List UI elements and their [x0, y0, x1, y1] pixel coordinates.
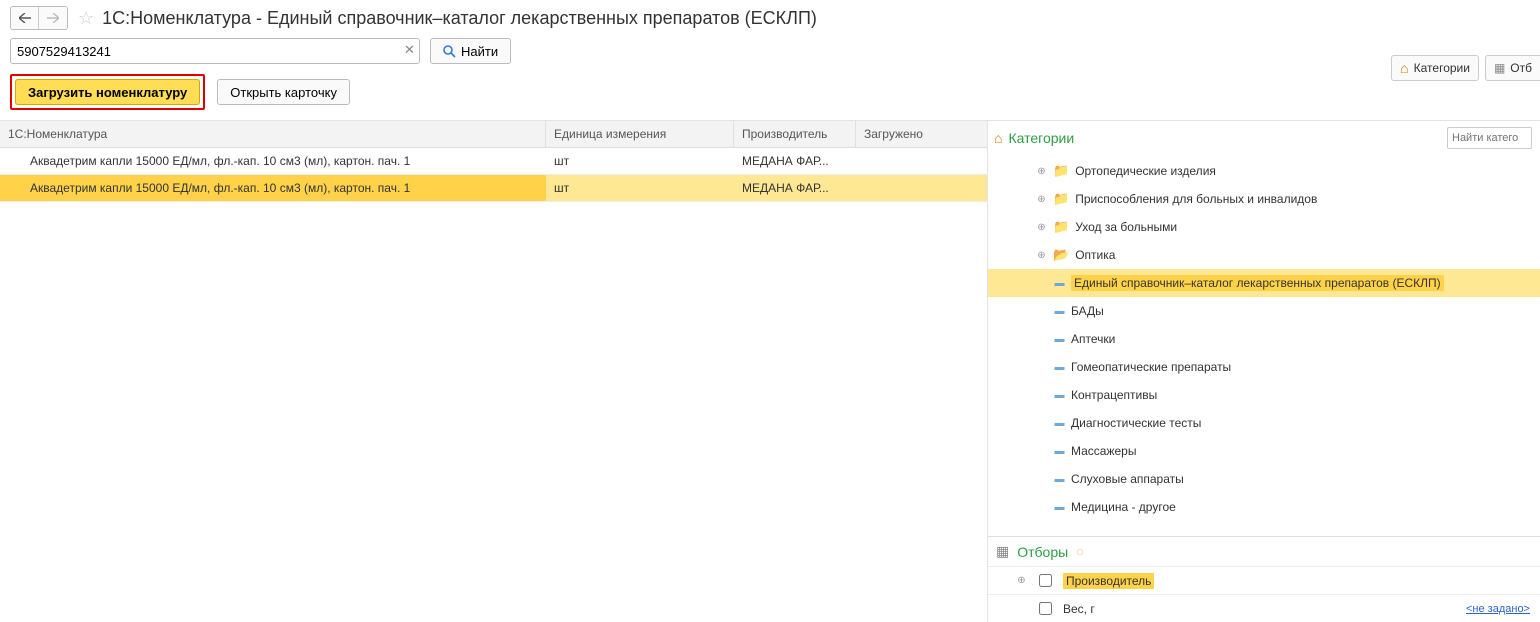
table-body: Аквадетрим капли 15000 ЕД/мл, фл.-кап. 1… [0, 148, 987, 202]
nav-back-button[interactable] [11, 7, 39, 29]
tree-item[interactable]: ▬ Слуховые аппараты [988, 465, 1540, 493]
filters-chip[interactable]: ▦ Отб [1485, 55, 1540, 81]
col-header-name[interactable]: 1С:Номенклатура [0, 121, 546, 147]
cell-loaded [856, 175, 987, 201]
load-nomenclature-button[interactable]: Загрузить номенклатуру [15, 79, 200, 105]
leaf-icon: ▬ [1054, 390, 1065, 401]
highlight-marker: Загрузить номенклатуру [10, 74, 205, 110]
folder-icon: 📁 [1053, 163, 1069, 179]
filter-list-icon: ▦ [996, 543, 1009, 560]
tree-item-label: Аптечки [1071, 332, 1115, 346]
expand-icon[interactable]: ⊕ [1036, 166, 1047, 177]
nav-arrows [10, 6, 68, 30]
folder-icon: 📁 [1053, 219, 1069, 235]
table-row[interactable]: Аквадетрим капли 15000 ЕД/мл, фл.-кап. 1… [0, 175, 987, 202]
folder-open-icon: 📂 [1053, 247, 1069, 263]
open-card-button[interactable]: Открыть карточку [217, 79, 350, 105]
not-set-link[interactable]: <не задано> [1466, 603, 1530, 615]
expand-icon[interactable]: ⊕ [1016, 575, 1027, 586]
cell-loaded [856, 148, 987, 174]
filter-icon: ▦ [1494, 61, 1505, 75]
folder-icon: 📁 [1053, 191, 1069, 207]
find-button-label: Найти [461, 44, 498, 59]
search-clear-button[interactable]: ✕ [398, 41, 416, 59]
leaf-icon: ▬ [1054, 362, 1065, 373]
tree-item-label: Приспособления для больных и инвалидов [1075, 192, 1317, 206]
arrow-left-icon [19, 13, 31, 23]
cell-unit: шт [546, 175, 734, 201]
tree-item-label: Уход за больными [1075, 220, 1177, 234]
expand-icon[interactable]: ⊕ [1036, 250, 1047, 261]
page-title: 1С:Номенклатура - Единый справочник–ката… [102, 8, 817, 29]
favorite-star-icon[interactable]: ☆ [78, 8, 94, 29]
arrow-right-icon [47, 13, 59, 23]
filter-label: Вес, г [1063, 602, 1095, 616]
tree-item-label: Массажеры [1071, 444, 1136, 458]
leaf-icon: ▬ [1054, 502, 1065, 513]
categories-tree: ⊕ 📁 Ортопедические изделия ⊕ 📁 Приспособления… [988, 155, 1540, 536]
col-header-loaded[interactable]: Загружено [856, 121, 987, 147]
search-icon [443, 45, 456, 58]
leaf-icon: ▬ [1054, 278, 1065, 289]
cell-mfr: МЕДАНА ФАР... [734, 175, 856, 201]
nav-forward-button[interactable] [39, 7, 67, 29]
tree-item-label: Медицина - другое [1071, 500, 1176, 514]
search-box: ✕ [10, 38, 420, 64]
tree-item-label: Гомеопатические препараты [1071, 360, 1231, 374]
tree-item-label: Слуховые аппараты [1071, 472, 1184, 486]
tree-item-label: Диагностические тесты [1071, 416, 1201, 430]
close-icon: ✕ [404, 42, 415, 57]
cell-mfr: МЕДАНА ФАР... [734, 148, 856, 174]
tree-item[interactable]: ▬ БАДы [988, 297, 1540, 325]
filter-label: Производитель [1063, 573, 1154, 589]
tree-item[interactable]: ▬ Единый справочник–каталог лекарственных… [988, 269, 1540, 297]
loading-spinner-icon: ◌ [1076, 544, 1084, 559]
tree-item[interactable]: ⊕ 📁 Ортопедические изделия [988, 157, 1540, 185]
tree-item-label: Ортопедические изделия [1075, 164, 1216, 178]
filter-row[interactable]: Вес, г <не задано> [988, 594, 1540, 622]
tree-item-label: БАДы [1071, 304, 1104, 318]
tree-item[interactable]: ▬ Аптечки [988, 325, 1540, 353]
categories-search-input[interactable] [1447, 127, 1532, 149]
leaf-icon: ▬ [1054, 446, 1065, 457]
home-icon: ⌂ [994, 130, 1002, 146]
search-input[interactable] [10, 38, 420, 64]
expand-icon[interactable]: ⊕ [1036, 222, 1047, 233]
find-button[interactable]: Найти [430, 38, 511, 64]
table-header: 1С:Номенклатура Единица измерения Произв… [0, 121, 987, 148]
tree-item-label: Единый справочник–каталог лекарственных … [1071, 275, 1444, 291]
tree-item[interactable]: ▬ Диагностические тесты [988, 409, 1540, 437]
table-row[interactable]: Аквадетрим капли 15000 ЕД/мл, фл.-кап. 1… [0, 148, 987, 175]
leaf-icon: ▬ [1054, 418, 1065, 429]
cell-name: Аквадетрим капли 15000 ЕД/мл, фл.-кап. 1… [0, 148, 546, 174]
tree-item[interactable]: ⊕ 📁 Приспособления для больных и инвалидов [988, 185, 1540, 213]
filters-header: ▦ Отборы ◌ [988, 536, 1540, 566]
tree-item[interactable]: ▬ Медицина - другое [988, 493, 1540, 521]
tree-item[interactable]: ▬ Массажеры [988, 437, 1540, 465]
home-icon: ⌂ [1400, 60, 1408, 76]
expand-icon[interactable]: ⊕ [1036, 194, 1047, 205]
tree-item-label: Оптика [1075, 248, 1115, 262]
tree-item[interactable]: ⊕ 📁 Уход за больными [988, 213, 1540, 241]
filter-row[interactable]: ⊕ Производитель [988, 566, 1540, 594]
filters-list: ⊕ Производитель Вес, г <не задано> [988, 566, 1540, 622]
filter-checkbox[interactable] [1039, 574, 1052, 587]
leaf-icon: ▬ [1054, 306, 1065, 317]
tree-item[interactable]: ▬ Гомеопатические препараты [988, 353, 1540, 381]
tree-item[interactable]: ⊕ 📂 Оптика [988, 241, 1540, 269]
leaf-icon: ▬ [1054, 334, 1065, 345]
filter-checkbox[interactable] [1039, 602, 1052, 615]
leaf-icon: ▬ [1054, 474, 1065, 485]
cell-name: Аквадетрим капли 15000 ЕД/мл, фл.-кап. 1… [0, 175, 546, 201]
categories-title: ⌂ Категории [994, 130, 1074, 146]
col-header-mfr[interactable]: Производитель [734, 121, 856, 147]
categories-chip[interactable]: ⌂ Категории [1391, 55, 1479, 81]
col-header-unit[interactable]: Единица измерения [546, 121, 734, 147]
tree-item-label: Контрацептивы [1071, 388, 1157, 402]
tree-item[interactable]: ▬ Контрацептивы [988, 381, 1540, 409]
cell-unit: шт [546, 148, 734, 174]
